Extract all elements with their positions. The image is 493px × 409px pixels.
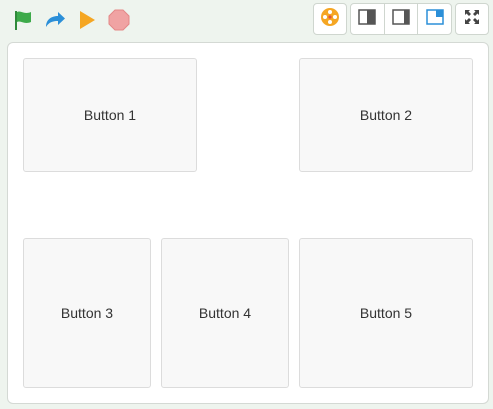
fullscreen-icon: [464, 9, 480, 30]
layout-left-pane-icon: [358, 8, 377, 30]
layout-selector: [350, 3, 452, 35]
button-1[interactable]: Button 1: [23, 58, 197, 172]
fullscreen-button[interactable]: [455, 3, 489, 35]
button-5[interactable]: Button 5: [299, 238, 473, 388]
button-3[interactable]: Button 3: [23, 238, 151, 388]
play-icon[interactable]: [73, 6, 101, 34]
layout-corner-pane-button[interactable]: [418, 4, 451, 34]
layout-left-pane-button[interactable]: [351, 4, 385, 34]
layout-right-pane-button[interactable]: [385, 4, 419, 34]
layout-corner-pane-icon: [425, 8, 444, 30]
button-4[interactable]: Button 4: [161, 238, 289, 388]
layout-right-pane-icon: [392, 8, 410, 30]
stage: Button 1 Button 2 Button 3 Button 4 Butt…: [7, 42, 489, 404]
paint-palette-button[interactable]: [313, 3, 347, 35]
redo-icon[interactable]: [41, 6, 69, 34]
toolbar: [0, 0, 493, 40]
button-2[interactable]: Button 2: [299, 58, 473, 172]
stop-icon[interactable]: [105, 6, 133, 34]
green-flag-icon[interactable]: [9, 6, 37, 34]
paint-palette-icon: [320, 7, 340, 32]
